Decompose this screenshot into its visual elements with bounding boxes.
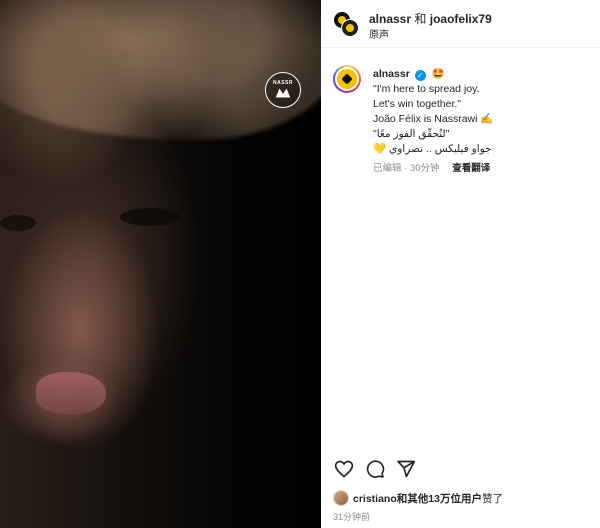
post-timestamp: 31分钟前 <box>333 512 371 522</box>
media-hair-shading <box>0 0 321 140</box>
avatar[interactable] <box>333 490 349 506</box>
media-lips <box>36 372 106 414</box>
liker-username[interactable]: cristiano <box>353 493 397 505</box>
comment-icon <box>366 460 385 478</box>
verified-badge-icon: ✓ <box>414 70 426 81</box>
heart-icon <box>334 460 354 478</box>
post-header: alnassr 和 joaofelix79 原声 <box>321 0 600 48</box>
caption-meta: 已编辑 · 30分钟 查看翻译 <box>373 161 595 176</box>
comment-button[interactable] <box>364 458 386 480</box>
audio-label[interactable]: 原声 <box>369 26 389 41</box>
collab-avatars[interactable] <box>333 11 359 37</box>
club-watermark-logo: NASSR <box>265 72 301 108</box>
author-conjunction: 和 <box>414 12 427 26</box>
caption-emoji: 🤩 <box>431 68 445 80</box>
caption-line-arabic: جواو فيليكس .. نصراوي 💛 <box>373 143 492 155</box>
media-eye-right <box>120 208 180 226</box>
post-side-panel: alnassr 和 joaofelix79 原声 alnassr ✓ 🤩 "I'… <box>321 0 600 528</box>
see-translation-link[interactable]: 查看翻译 <box>452 163 490 174</box>
caption-body: alnassr ✓ 🤩 "I'm here to spread joy. Let… <box>373 67 595 176</box>
post-actions <box>333 458 453 480</box>
likes-text: cristiano和其他13万位用户赞了 <box>353 491 503 506</box>
caption-username[interactable]: alnassr <box>373 68 410 80</box>
author-link[interactable]: joaofelix79 <box>430 12 492 26</box>
likes-count[interactable]: 13万位用户 <box>428 493 482 505</box>
club-crest-icon <box>275 88 291 98</box>
share-button[interactable] <box>395 458 417 480</box>
author-link[interactable]: alnassr <box>369 12 411 26</box>
like-button[interactable] <box>333 458 355 480</box>
meta-separator: · <box>401 163 410 174</box>
edited-label: 已编辑 <box>373 163 402 174</box>
likes-suffix: 赞了 <box>481 493 503 505</box>
caption-line-arabic: "لنُحقّق الفوز معًا" <box>373 128 450 140</box>
caption-line: João Félix is Nassrawi ✍️ <box>373 113 494 125</box>
caption-line: Let's win together." <box>373 98 462 110</box>
share-icon <box>397 460 416 478</box>
caption-line: "I'm here to spread joy. <box>373 83 480 95</box>
avatar[interactable] <box>333 65 361 93</box>
avatar[interactable] <box>341 19 359 37</box>
post-authors: alnassr 和 joaofelix79 <box>369 10 492 27</box>
caption-time: 30分钟 <box>409 163 440 174</box>
media-eye-left <box>0 215 36 231</box>
post-media[interactable]: NASSR <box>0 0 321 528</box>
likes-others-prefix: 和其他 <box>396 493 429 505</box>
